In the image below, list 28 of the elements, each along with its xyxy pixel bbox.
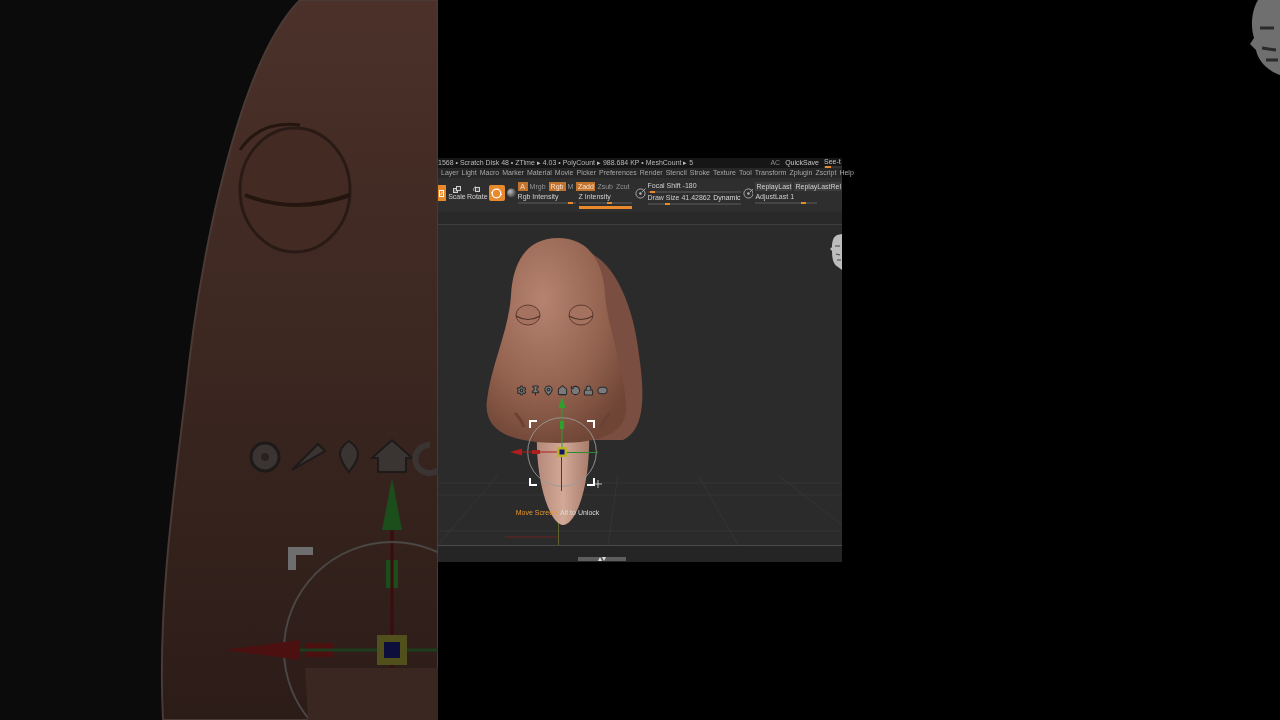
frame-icon [439,189,445,197]
brush-circle-icon[interactable] [634,188,646,199]
tool-button[interactable] [488,185,505,201]
rotate-icon [473,185,482,193]
gizmo-ring[interactable] [527,417,597,487]
home-icon[interactable] [557,385,568,396]
settings-icon[interactable] [516,385,527,396]
sphere-icon[interactable] [506,188,516,198]
corner-bracket-icon [587,420,595,428]
corner-bracket-icon [529,478,537,486]
ring-icon [491,187,503,199]
pin-icon[interactable] [530,385,541,396]
location-marker-icon[interactable] [543,385,554,396]
lock-icon[interactable] [583,385,594,396]
squares-icon [452,185,461,193]
crosshair-cursor-icon [594,480,602,488]
panel-resize-handle[interactable] [578,557,626,561]
highlight-bar [578,206,632,209]
center-handle-icon[interactable] [557,447,567,457]
corner-bracket-icon [529,420,537,428]
up-arrow[interactable] [558,397,566,450]
head-thumbnail-drawing[interactable] [830,234,842,270]
left-arrow[interactable] [510,448,560,456]
up-down-arrows-icon [598,557,606,561]
corner-bracket-icon [587,478,595,486]
rotate-icon[interactable] [570,385,581,396]
toggle-icon[interactable] [597,385,608,396]
brush-circle-icon[interactable] [742,188,754,199]
